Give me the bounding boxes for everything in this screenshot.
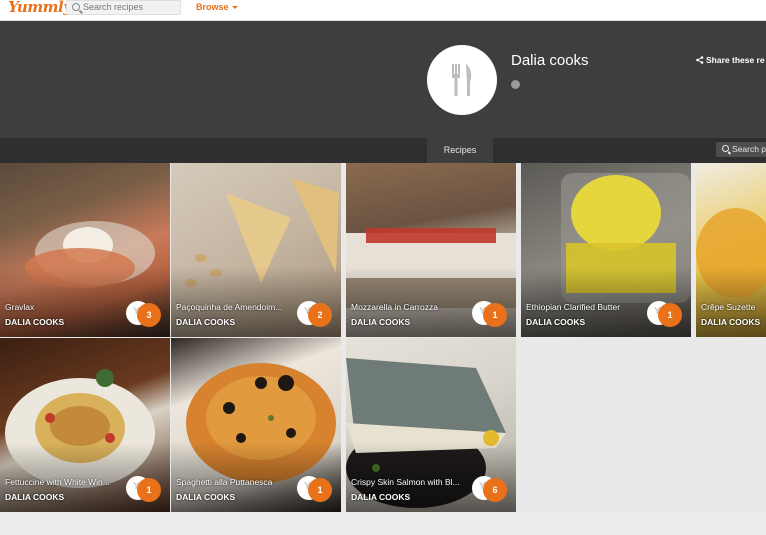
recipe-author[interactable]: DALIA COOKS xyxy=(5,317,64,327)
footer-bar xyxy=(0,513,766,535)
yum-count: 6 xyxy=(483,478,507,502)
recipe-title[interactable]: Ethiopian Clarified Butter xyxy=(526,302,644,312)
profile-avatar xyxy=(427,45,497,115)
recipe-author[interactable]: DALIA COOKS xyxy=(5,492,64,502)
recipe-card[interactable]: Fettuccine with White Win... DALIA COOKS… xyxy=(0,338,170,512)
recipe-card[interactable]: Paçoquinha de Amendoim... DALIA COOKS Y … xyxy=(171,163,341,337)
profile-header: Dalia cooks Share these re xyxy=(0,21,766,138)
profile-name: Dalia cooks xyxy=(511,52,589,69)
recipe-title[interactable]: Crêpe Suzette xyxy=(701,302,766,312)
recipe-author[interactable]: DALIA COOKS xyxy=(351,492,410,502)
yum-count: 1 xyxy=(658,303,682,327)
recipe-author[interactable]: DALIA COOKS xyxy=(351,317,410,327)
recipe-title[interactable]: Gravlax xyxy=(5,302,123,312)
recipe-card[interactable]: Gravlax DALIA COOKS Y 3 xyxy=(0,163,170,337)
yum-count: 1 xyxy=(483,303,507,327)
yum-count: 3 xyxy=(137,303,161,327)
yum-count: 2 xyxy=(308,303,332,327)
search-icon xyxy=(722,145,729,152)
recipe-title[interactable]: Crispy Skin Salmon with Bl... xyxy=(351,477,469,487)
recipe-author[interactable]: DALIA COOKS xyxy=(176,492,235,502)
yum-count: 1 xyxy=(308,478,332,502)
fork-knife-icon xyxy=(452,64,472,96)
recipe-grid: Gravlax DALIA COOKS Y 3 Paçoquinha de Am… xyxy=(0,163,766,513)
recipe-author[interactable]: DALIA COOKS xyxy=(526,317,585,327)
share-label: Share these re xyxy=(706,55,765,65)
collection-tab-bar: Recipes Search p xyxy=(0,138,766,163)
globe-icon[interactable] xyxy=(511,80,520,89)
recipe-card[interactable]: Crêpe Suzette DALIA COOKS xyxy=(696,163,766,337)
recipe-author[interactable]: DALIA COOKS xyxy=(176,317,235,327)
search-icon xyxy=(72,3,80,11)
top-navigation-bar: Yummly Search recipes Browse xyxy=(0,0,766,21)
chevron-down-icon xyxy=(231,6,238,10)
yummly-logo[interactable]: Yummly xyxy=(8,0,72,16)
tab-recipes[interactable]: Recipes xyxy=(427,138,493,163)
profile-search-placeholder: Search p xyxy=(732,144,766,154)
browse-label: Browse xyxy=(196,2,229,12)
recipe-title[interactable]: Spaghetti alla Puttanesca xyxy=(176,477,294,487)
recipe-card[interactable]: Spaghetti alla Puttanesca DALIA COOKS Y … xyxy=(171,338,341,512)
recipe-card[interactable]: Crispy Skin Salmon with Bl... DALIA COOK… xyxy=(346,338,516,512)
browse-menu-button[interactable]: Browse xyxy=(196,2,238,12)
recipe-card[interactable]: Mozzarella in Carrozza DALIA COOKS Y 1 xyxy=(346,163,516,337)
recipe-title[interactable]: Fettuccine with White Win... xyxy=(5,477,123,487)
yum-count: 1 xyxy=(137,478,161,502)
recipe-card[interactable]: Ethiopian Clarified Butter DALIA COOKS Y… xyxy=(521,163,691,337)
search-input[interactable]: Search recipes xyxy=(66,0,181,15)
profile-search-input[interactable]: Search p xyxy=(716,142,766,157)
recipe-author[interactable]: DALIA COOKS xyxy=(701,317,760,327)
recipe-title[interactable]: Mozzarella in Carrozza xyxy=(351,302,469,312)
search-placeholder: Search recipes xyxy=(83,2,144,12)
share-button[interactable]: Share these re xyxy=(696,55,765,65)
share-icon xyxy=(696,56,704,64)
recipe-title[interactable]: Paçoquinha de Amendoim... xyxy=(176,302,294,312)
